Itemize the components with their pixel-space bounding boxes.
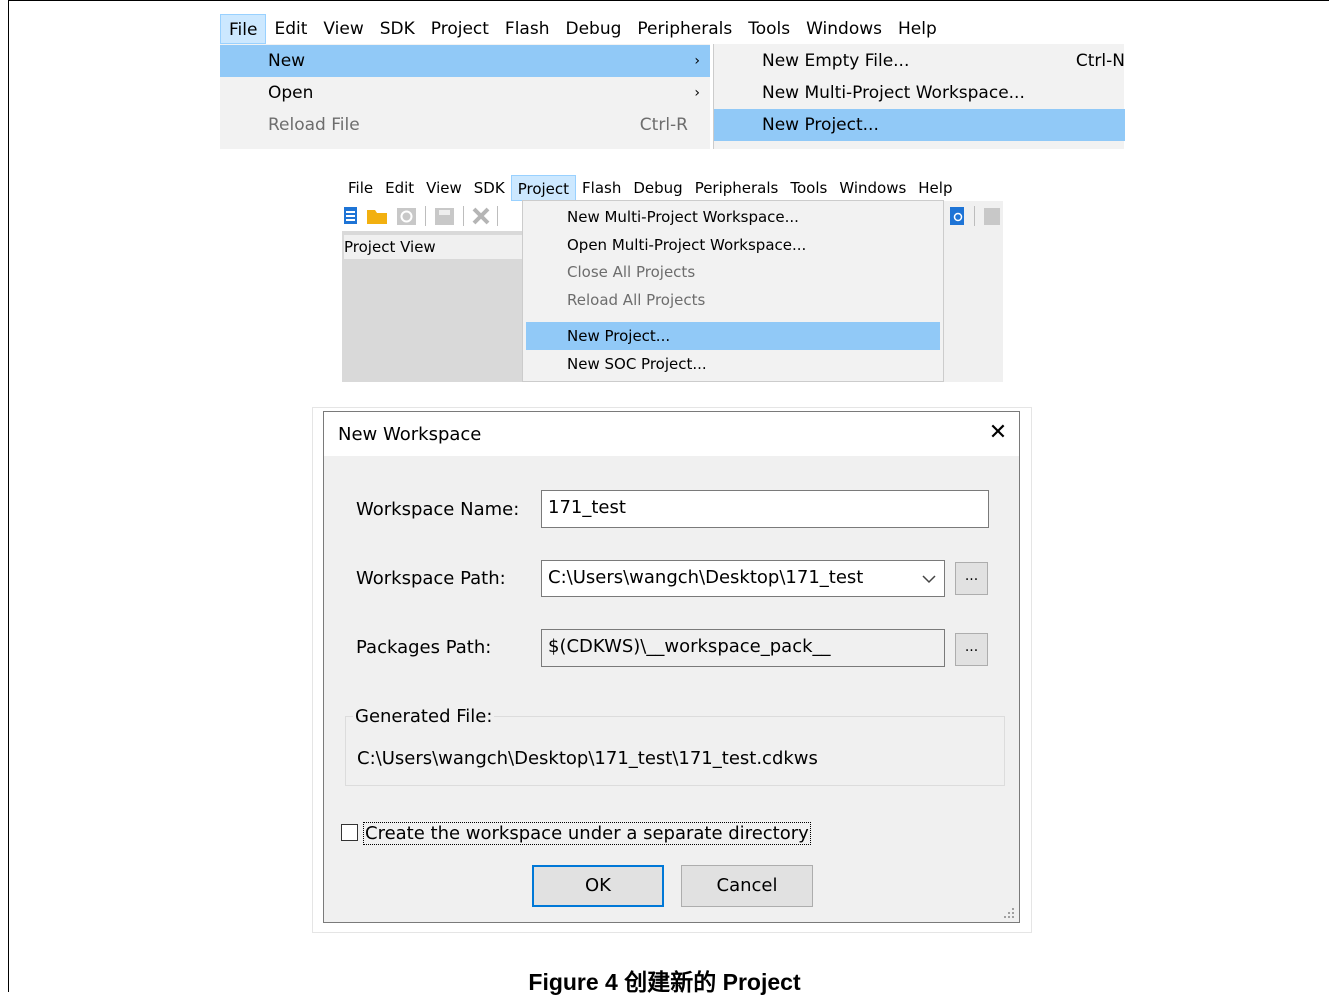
menubar-full: File Edit View SDK Project Flash Debug Peripher… xyxy=(220,14,1124,44)
workspace-path-label: Workspace Path: xyxy=(356,568,506,589)
menubar-item-help[interactable]: Help xyxy=(912,175,958,201)
project-menu-item-new-multi-project-workspace[interactable]: New Multi-Project Workspace... xyxy=(526,203,940,231)
zoom-icon[interactable] xyxy=(984,208,1000,225)
toolbar-separator xyxy=(497,206,498,226)
toolbar-separator xyxy=(425,206,426,226)
project-menu-item-open-multi-project-workspace[interactable]: Open Multi-Project Workspace... xyxy=(526,231,940,259)
search-file-icon[interactable] xyxy=(950,207,964,225)
menubar-item-peripherals[interactable]: Peripherals xyxy=(629,14,740,44)
menubar-item-file[interactable]: File xyxy=(342,175,379,201)
workspace-path-value: C:\Users\wangch\Desktop\171_test xyxy=(548,567,864,588)
menubar-small: File Edit View SDK Project Flash Debug Peripher… xyxy=(342,175,1003,201)
generated-file-label: Generated File: xyxy=(353,706,495,727)
dialog-title: New Workspace xyxy=(338,424,482,445)
menubar-item-project[interactable]: Project xyxy=(423,14,497,44)
file-menu-item-open[interactable]: Open › xyxy=(220,77,710,109)
packages-path-input[interactable]: $(CDKWS)\__workspace_pack__ xyxy=(541,629,945,667)
shortcut-text: Ctrl-N xyxy=(1075,51,1125,71)
toolbar-separator xyxy=(974,206,975,226)
menubar-item-tools[interactable]: Tools xyxy=(784,175,833,201)
menubar-item-view[interactable]: View xyxy=(315,14,371,44)
menubar-item-view[interactable]: View xyxy=(420,175,468,201)
workspace-path-combobox[interactable]: C:\Users\wangch\Desktop\171_test xyxy=(541,560,945,597)
dialog-titlebar: New Workspace ✕ xyxy=(324,412,1019,456)
separate-directory-checkbox[interactable] xyxy=(341,824,358,841)
chevron-right-icon: › xyxy=(694,53,700,69)
new-workspace-dialog-frame: New Workspace ✕ Workspace Name: 171_test… xyxy=(312,407,1032,933)
toolbar-right-area xyxy=(944,201,1003,382)
close-icon[interactable]: ✕ xyxy=(986,420,1010,448)
menubar-item-edit[interactable]: Edit xyxy=(379,175,420,201)
menubar-item-help[interactable]: Help xyxy=(890,14,945,44)
menubar-item-tools[interactable]: Tools xyxy=(740,14,798,44)
menubar-item-project[interactable]: Project xyxy=(510,175,577,201)
close-icon[interactable] xyxy=(472,207,490,225)
toolbar-right-icons xyxy=(950,206,1000,226)
project-menu-screenshot: File Edit View SDK Project Flash Debug Peripher… xyxy=(342,175,1003,382)
menubar-item-peripherals[interactable]: Peripherals xyxy=(689,175,785,201)
toolbar xyxy=(342,201,522,231)
reload-icon[interactable] xyxy=(397,208,416,225)
menubar-item-windows[interactable]: Windows xyxy=(833,175,912,201)
file-menu-item-new[interactable]: New › xyxy=(220,45,710,77)
menubar-item-windows[interactable]: Windows xyxy=(798,14,890,44)
new-submenu: New Empty File... Ctrl-N New Multi-Proje… xyxy=(713,44,1125,149)
new-file-icon[interactable] xyxy=(344,207,357,224)
menubar-item-flash[interactable]: Flash xyxy=(497,14,558,44)
file-menu-item-reload-file[interactable]: Reload File Ctrl-R xyxy=(220,109,710,141)
cancel-button[interactable]: Cancel xyxy=(681,865,813,907)
project-menu-item-reload-all-projects[interactable]: Reload All Projects xyxy=(526,286,940,314)
workspace-name-input[interactable]: 171_test xyxy=(541,490,989,528)
shortcut-text: Ctrl-R xyxy=(639,115,688,135)
submenu-item-new-multi-project-workspace[interactable]: New Multi-Project Workspace... xyxy=(714,77,1125,109)
menubar-item-debug[interactable]: Debug xyxy=(627,175,688,201)
workspace-name-label: Workspace Name: xyxy=(356,499,520,520)
workspace-path-browse-button[interactable]: ... xyxy=(955,562,988,595)
open-folder-icon[interactable] xyxy=(367,210,387,224)
menubar-item-sdk[interactable]: SDK xyxy=(468,175,511,201)
file-menu-screenshot: File Edit View SDK Project Flash Debug Peripher… xyxy=(220,14,1125,149)
project-menu: New Multi-Project Workspace... Open Mult… xyxy=(522,200,944,382)
chevron-right-icon: › xyxy=(694,85,700,101)
packages-path-label: Packages Path: xyxy=(356,637,492,658)
menubar-item-sdk[interactable]: SDK xyxy=(372,14,423,44)
project-view-title: Project View xyxy=(344,235,522,259)
submenu-item-new-empty-file[interactable]: New Empty File... Ctrl-N xyxy=(714,45,1125,77)
toolbar-icons xyxy=(344,206,498,226)
packages-path-browse-button[interactable]: ... xyxy=(955,633,988,666)
generated-file-value: C:\Users\wangch\Desktop\171_test\171_tes… xyxy=(357,748,818,769)
project-menu-item-new-soc-project[interactable]: New SOC Project... xyxy=(526,350,940,378)
project-menu-item-close-all-projects[interactable]: Close All Projects xyxy=(526,258,940,286)
new-workspace-dialog: New Workspace ✕ Workspace Name: 171_test… xyxy=(323,411,1020,923)
submenu-item-new-project[interactable]: New Project... xyxy=(714,109,1125,141)
project-view-panel: Project View xyxy=(342,231,522,382)
ok-button[interactable]: OK xyxy=(532,865,664,907)
project-menu-item-new-project[interactable]: New Project... xyxy=(526,322,940,350)
menubar-item-flash[interactable]: Flash xyxy=(576,175,627,201)
chevron-down-icon[interactable] xyxy=(922,574,936,584)
toolbar-separator xyxy=(463,206,464,226)
menubar-item-edit[interactable]: Edit xyxy=(266,14,315,44)
separate-directory-label[interactable]: Create the workspace under a separate di… xyxy=(363,822,811,845)
resize-grip-icon[interactable] xyxy=(1002,906,1016,920)
menubar-item-debug[interactable]: Debug xyxy=(557,14,629,44)
save-icon[interactable] xyxy=(435,208,454,225)
menubar-item-file[interactable]: File xyxy=(220,14,267,44)
file-menu: New › Open › Reload File Ctrl-R xyxy=(220,44,710,149)
